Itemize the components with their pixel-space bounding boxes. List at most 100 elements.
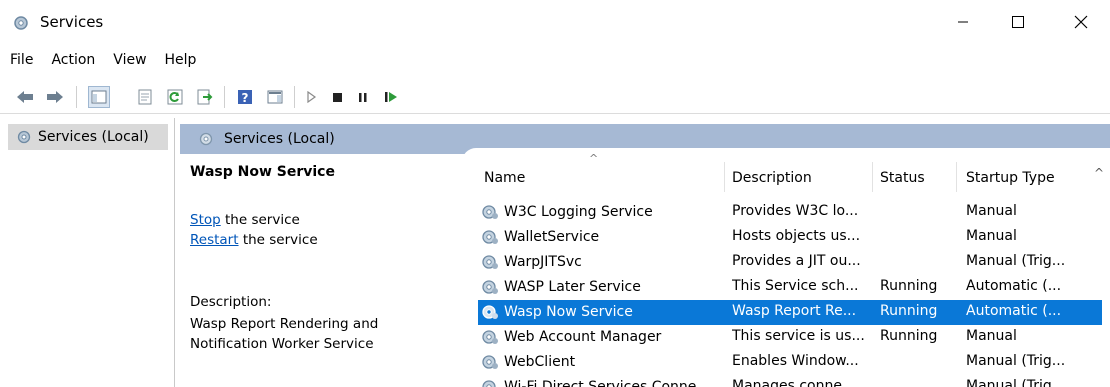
properties-button[interactable]: [134, 86, 156, 108]
show-hide-console-tree-button[interactable]: [88, 86, 110, 108]
service-description: Manages conne...: [732, 378, 856, 387]
service-name-cell: WebClient: [480, 353, 724, 371]
scroll-up-icon[interactable]: ^: [1094, 166, 1104, 180]
toolbar: ?: [0, 80, 1110, 114]
service-status: Running: [880, 328, 938, 344]
column-divider[interactable]: [872, 162, 873, 192]
service-startup-type: Manual (Trig...: [966, 378, 1066, 387]
help-icon: ?: [238, 90, 252, 105]
service-name: WarpJITSvc: [504, 254, 582, 270]
close-icon: [1074, 15, 1088, 29]
services-gear-icon: [199, 132, 213, 146]
minimize-button[interactable]: [940, 0, 986, 44]
column-header-status[interactable]: Status: [880, 164, 956, 192]
service-name: W3C Logging Service: [504, 204, 653, 220]
service-name-cell: W3C Logging Service: [480, 203, 724, 221]
stop-service-link[interactable]: Stop: [190, 212, 221, 228]
service-startup-type: Automatic (...: [966, 278, 1062, 294]
service-startup-type: Automatic (...: [966, 303, 1062, 319]
table-row[interactable]: WASP Later Service This Service sch... R…: [478, 275, 1102, 300]
minimize-icon: [958, 21, 968, 23]
properties-icon: [138, 89, 152, 105]
service-name: Web Account Manager: [504, 329, 662, 345]
column-header-name[interactable]: Name: [484, 164, 724, 192]
pause-service-button[interactable]: [352, 86, 374, 108]
service-description: Hosts objects us...: [732, 228, 861, 244]
restart-service-text: the service: [238, 232, 318, 248]
svg-text:?: ?: [242, 91, 249, 105]
back-button[interactable]: [14, 86, 36, 108]
help-button[interactable]: ?: [234, 86, 256, 108]
toolbar-separator: [76, 86, 77, 108]
start-service-button[interactable]: [300, 86, 322, 108]
service-description: This Service sch...: [732, 278, 859, 294]
description-label: Description:: [190, 294, 272, 310]
pane-header-title: Services (Local): [224, 131, 335, 147]
service-name-cell: Wi-Fi Direct Services Conne...: [480, 378, 724, 387]
column-divider[interactable]: [724, 162, 725, 192]
service-startup-type: Manual: [966, 203, 1017, 219]
service-startup-type: Manual: [966, 328, 1017, 344]
menu-view[interactable]: View: [104, 50, 155, 76]
title-bar: Services: [0, 0, 1110, 44]
column-header-description[interactable]: Description: [732, 164, 872, 192]
services-pane: Services (Local) Wasp Now Service Stop t…: [180, 118, 1110, 387]
table-row[interactable]: WarpJITSvc Provides a JIT ou... Manual (…: [478, 250, 1102, 275]
service-name-cell: WarpJITSvc: [480, 253, 724, 271]
refresh-button[interactable]: [164, 86, 186, 108]
maximize-button[interactable]: [995, 0, 1041, 44]
menu-file[interactable]: File: [0, 50, 42, 76]
refresh-icon: [167, 89, 183, 105]
stop-service-button[interactable]: [326, 86, 348, 108]
service-gear-icon: [482, 380, 496, 387]
tree-item-services-local[interactable]: Services (Local): [8, 124, 168, 150]
stop-service-text: the service: [220, 212, 300, 228]
table-row[interactable]: Web Account Manager This service is us..…: [478, 325, 1102, 350]
export-list-icon: [197, 89, 213, 105]
selected-service-title: Wasp Now Service: [190, 164, 335, 180]
menu-help[interactable]: Help: [156, 50, 206, 76]
service-startup-type: Manual (Trig...: [966, 253, 1066, 269]
services-list: ^ Name Description Status Startup Type ^…: [462, 148, 1110, 387]
close-button[interactable]: [1058, 0, 1104, 44]
column-header-label: Name: [484, 170, 526, 186]
maximize-icon: [1012, 16, 1024, 28]
service-gear-icon: [482, 280, 498, 294]
tree-item-label: Services (Local): [38, 129, 149, 145]
restart-service-link[interactable]: Restart: [190, 232, 239, 248]
show-action-pane-button[interactable]: [264, 86, 286, 108]
service-description: Enables Window...: [732, 353, 859, 369]
menu-action[interactable]: Action: [42, 50, 104, 76]
column-header-label: Status: [880, 170, 925, 186]
description-line: Wasp Report Rendering and: [190, 316, 379, 332]
service-name: Wi-Fi Direct Services Conne...: [504, 379, 710, 387]
table-row[interactable]: W3C Logging Service Provides W3C lo... M…: [478, 200, 1102, 225]
table-row[interactable]: WalletService Hosts objects us... Manual: [478, 225, 1102, 250]
column-header-label: Startup Type: [966, 170, 1055, 186]
column-header-startup-type[interactable]: Startup Type: [966, 164, 1092, 192]
forward-arrow-icon: [47, 91, 63, 103]
service-description: This service is us...: [732, 328, 865, 344]
back-arrow-icon: [17, 91, 33, 103]
export-list-button[interactable]: [194, 86, 216, 108]
service-description: Provides a JIT ou...: [732, 253, 861, 269]
table-row[interactable]: Wi-Fi Direct Services Conne... Manages c…: [478, 375, 1102, 387]
stop-service-icon: [333, 93, 342, 102]
window-title: Services: [40, 13, 104, 31]
service-gear-icon: [482, 205, 498, 219]
services-gear-icon: [17, 130, 31, 144]
column-header-label: Description: [732, 170, 812, 186]
column-divider[interactable]: [956, 162, 957, 192]
service-description: Provides W3C lo...: [732, 203, 859, 219]
service-details-pane: Wasp Now Service Stop the service Restar…: [190, 156, 470, 387]
menu-bar: File Action View Help: [0, 50, 205, 76]
service-gear-icon: [482, 230, 498, 244]
forward-button[interactable]: [44, 86, 66, 108]
service-name: Wasp Now Service: [504, 304, 633, 320]
table-row-selected[interactable]: Wasp Now Service Wasp Report Re... Runni…: [478, 300, 1102, 325]
restart-service-button[interactable]: [380, 86, 402, 108]
toolbar-separator: [294, 86, 295, 108]
table-row[interactable]: WebClient Enables Window... Manual (Trig…: [478, 350, 1102, 375]
service-gear-icon: [482, 255, 498, 269]
service-name: WASP Later Service: [504, 279, 641, 295]
